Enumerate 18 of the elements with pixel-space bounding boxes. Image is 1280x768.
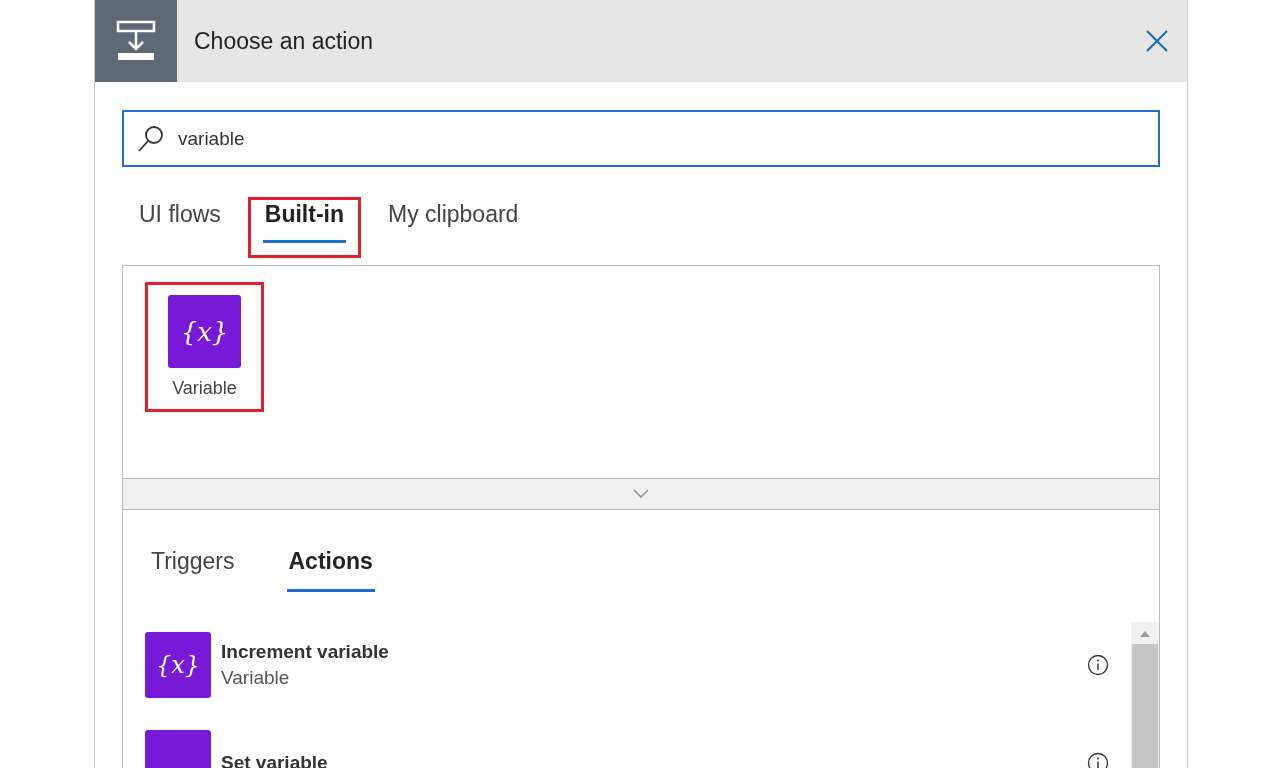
action-subtitle: Variable: [221, 667, 291, 689]
action-tab[interactable]: Actions: [286, 510, 375, 592]
category-tab[interactable]: UI flows: [137, 188, 223, 243]
info-icon[interactable]: [1087, 654, 1109, 676]
scrollbar[interactable]: [1131, 622, 1159, 768]
action-title: Increment variable: [221, 641, 390, 663]
close-icon[interactable]: [1145, 29, 1169, 53]
scroll-up-icon[interactable]: [1139, 630, 1151, 638]
window-title: Choose an action: [194, 27, 374, 55]
category-tab[interactable]: Built-in: [262, 188, 346, 243]
action-item[interactable]: {x} Increment variable Variable: [145, 632, 1131, 698]
action-tab[interactable]: Triggers: [149, 510, 237, 592]
info-icon[interactable]: [1087, 752, 1109, 768]
insert-step-icon: [114, 19, 158, 63]
category-tab[interactable]: My clipboard: [386, 188, 521, 243]
variable-icon: {x}: [145, 632, 211, 698]
search-field[interactable]: variable: [122, 110, 1160, 167]
chevron-down-icon: [633, 489, 649, 499]
